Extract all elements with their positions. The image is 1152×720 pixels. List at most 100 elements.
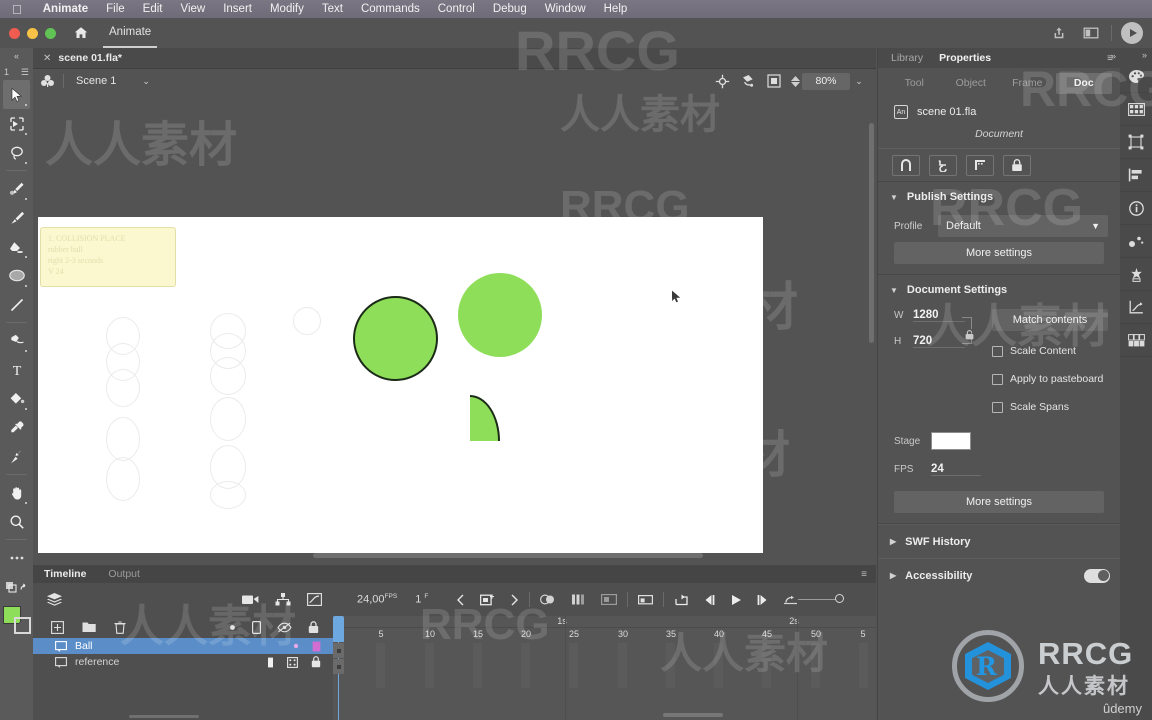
loop-range-icon[interactable] (783, 593, 798, 606)
selection-tool[interactable] (3, 80, 30, 109)
test-movie-icon[interactable] (1116, 20, 1148, 46)
line-tool[interactable] (3, 290, 30, 319)
snap-to-objects-icon[interactable] (892, 154, 920, 176)
menu-item-modify[interactable]: Modify (261, 3, 313, 15)
transform-icon[interactable] (1120, 126, 1152, 159)
ball-with-outline[interactable] (353, 296, 438, 381)
eraser-tool[interactable] (3, 232, 30, 261)
match-contents-button[interactable]: Match contents (992, 309, 1108, 331)
tab-library[interactable]: Library (883, 52, 931, 64)
stage-note-text[interactable]: 1. COLLISION PLACE rubber ball right 2-3… (40, 227, 176, 287)
motion-presets-icon[interactable] (1120, 225, 1152, 258)
chevron-right-icon[interactable]: ▶ (890, 571, 896, 580)
lock-guides-icon[interactable] (1003, 154, 1031, 176)
tab-properties[interactable]: Properties (931, 52, 999, 64)
play-icon[interactable] (730, 594, 742, 606)
chevron-down-icon[interactable]: ▼ (890, 286, 898, 295)
layer-name-reference[interactable]: reference (75, 656, 119, 668)
stage-color-swatch[interactable] (931, 432, 971, 450)
graph-editor-icon[interactable] (1120, 291, 1152, 324)
timeline-current-frame[interactable]: 1 F (415, 593, 428, 606)
snap-to-guides-icon[interactable] (929, 154, 957, 176)
panel-menu-icon[interactable]: ≡ (861, 569, 876, 580)
zoom-level-input[interactable]: 80% (802, 72, 850, 90)
fill-stroke-color-swatch[interactable] (2, 605, 32, 635)
layer-row-reference[interactable]: reference (33, 654, 333, 670)
timeline-horizontal-scrollbar[interactable] (663, 713, 723, 717)
layer-visibility-toggle[interactable] (293, 643, 299, 649)
home-icon[interactable] (73, 25, 89, 41)
scene-name-label[interactable]: Scene 1 (70, 75, 116, 87)
layer-lock-toggle[interactable] (311, 656, 321, 668)
lasso-tool[interactable] (3, 138, 30, 167)
timeline-zoom-slider[interactable] (798, 594, 845, 603)
free-transform-tool[interactable] (3, 109, 30, 138)
step-forward-icon[interactable] (756, 594, 769, 606)
apply-to-pasteboard-checkbox[interactable] (992, 373, 1003, 385)
fps-value-input[interactable]: 24 (931, 463, 981, 476)
add-folder-icon[interactable] (82, 621, 96, 633)
share-icon[interactable] (1043, 20, 1075, 46)
minimize-window-button[interactable] (27, 27, 38, 39)
segment-doc[interactable]: Doc (1055, 72, 1112, 94)
info-icon[interactable] (1120, 192, 1152, 225)
menu-item-view[interactable]: View (171, 3, 214, 15)
zoom-stepper[interactable] (791, 75, 800, 87)
width-value[interactable]: 1280 (913, 309, 965, 322)
segment-frame[interactable]: Frame (999, 73, 1056, 94)
tab-timeline[interactable]: Timeline (33, 565, 97, 583)
scale-content-row[interactable]: Scale Content (992, 337, 1108, 365)
segment-tool[interactable]: Tool (886, 73, 943, 94)
menu-item-text[interactable]: Text (313, 3, 352, 15)
oval-tool[interactable] (3, 261, 30, 290)
eyedropper-tool[interactable] (3, 413, 30, 442)
rotate-stage-icon[interactable] (735, 70, 761, 92)
layer-outline-toggle[interactable] (287, 656, 298, 668)
menu-item-help[interactable]: Help (595, 3, 637, 15)
zoom-dropdown-icon[interactable]: ⌄ (850, 76, 868, 87)
loop-playback-icon[interactable] (674, 593, 689, 606)
paint-bucket-tool[interactable] (3, 384, 30, 413)
menu-item-insert[interactable]: Insert (214, 3, 261, 15)
window-controls[interactable] (0, 27, 56, 39)
tool-menu-icon[interactable]: ☰ (21, 67, 29, 78)
add-layer-icon[interactable] (51, 620, 64, 634)
ball-no-outline[interactable] (458, 273, 542, 357)
frames-track[interactable]: 1s 2s 5 10 15 20 25 30 35 40 45 50 5 (333, 616, 876, 720)
tab-animate-home[interactable]: Animate (103, 18, 158, 48)
layer-row-ball[interactable]: Ball (33, 638, 333, 654)
keyframe-ball[interactable] (333, 643, 344, 658)
layer-outline-toggle[interactable] (312, 641, 321, 652)
pen-tool[interactable] (3, 174, 30, 203)
chevrons-icon[interactable]: » (1120, 50, 1152, 60)
profile-select[interactable]: Default ▼ (938, 215, 1108, 237)
insert-keyframe-icon[interactable] (480, 593, 495, 607)
chevron-down-icon[interactable]: ⌄ (142, 76, 150, 87)
canvas-vertical-scrollbar[interactable] (869, 123, 874, 343)
close-window-button[interactable] (9, 27, 20, 39)
camera-icon[interactable] (242, 593, 259, 606)
menu-item-debug[interactable]: Debug (484, 3, 536, 15)
segment-object[interactable]: Object (943, 73, 1000, 94)
swf-history-section[interactable]: ▶ SWF History (878, 524, 1120, 558)
workspace-icon[interactable] (1075, 20, 1107, 46)
menu-item-animate[interactable]: Animate (34, 3, 97, 15)
layer-depth-icon[interactable] (33, 592, 75, 607)
accessibility-toggle[interactable] (1084, 568, 1110, 583)
canvas-horizontal-scrollbar[interactable] (313, 553, 703, 558)
menu-item-window[interactable]: Window (536, 3, 595, 15)
color-palette-icon[interactable] (1120, 60, 1152, 93)
assets-icon[interactable] (1120, 258, 1152, 291)
menu-item-file[interactable]: File (97, 3, 134, 15)
delete-layer-icon[interactable] (114, 620, 126, 634)
ball-quarter-shape[interactable] (470, 395, 500, 441)
anchor-onion-icon[interactable] (638, 593, 654, 606)
close-icon[interactable]: ✕ (33, 53, 58, 64)
tool-layer-switch[interactable]: 1 ☰ (0, 64, 33, 80)
step-back-icon[interactable] (703, 594, 716, 606)
stage[interactable]: 1. COLLISION PLACE rubber ball right 2-3… (38, 217, 763, 553)
document-tab-label[interactable]: scene 01.fla* (58, 52, 122, 64)
layer-visibility-toggle[interactable] (267, 657, 274, 668)
align-icon[interactable] (1120, 159, 1152, 192)
maximize-window-button[interactable] (45, 27, 56, 39)
